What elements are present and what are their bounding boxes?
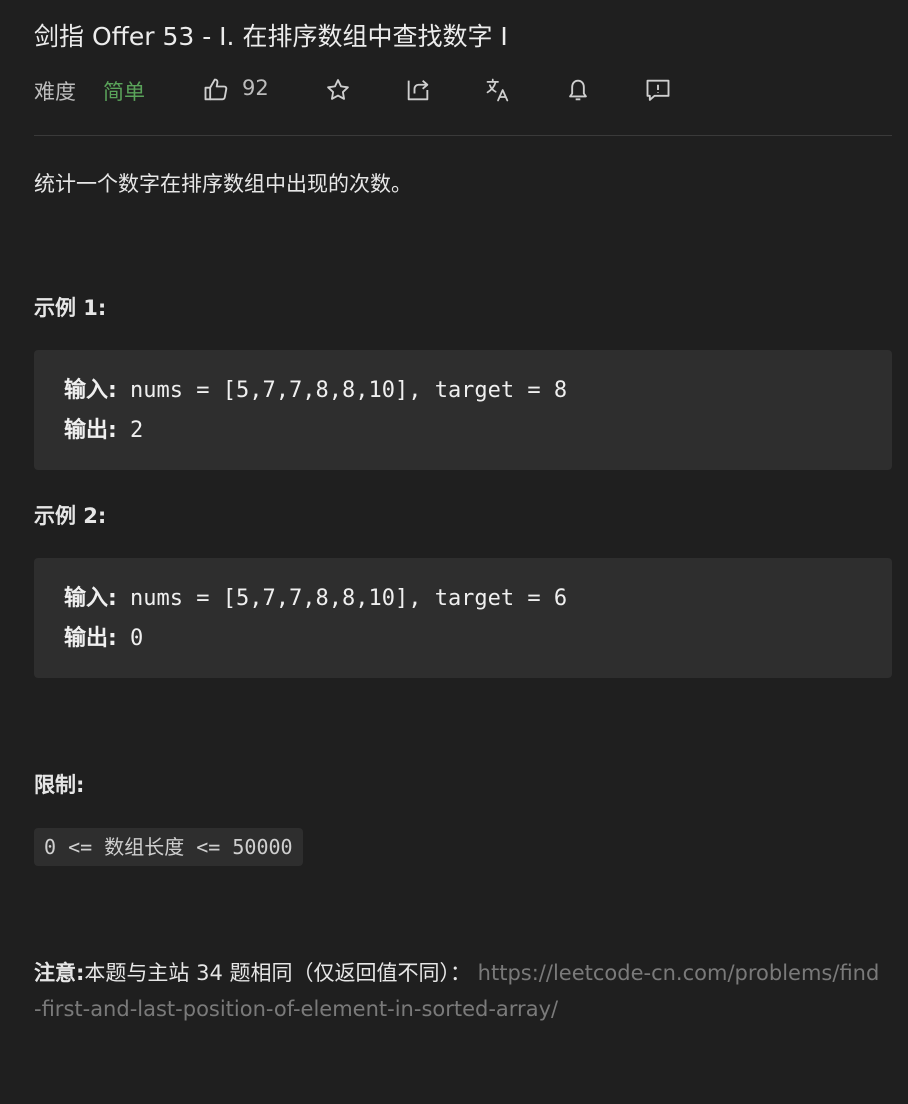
output-value: 0 [116,626,144,651]
example-2-input-line: 输入: nums = [5,7,7,8,8,10], target = 6 [64,580,567,612]
example-1-input-line: 输入: nums = [5,7,7,8,8,10], target = 8 [64,372,567,404]
bell-icon[interactable] [564,76,592,104]
star-icon[interactable] [324,76,352,104]
input-value: nums = [5,7,7,8,8,10], target = 8 [116,378,568,403]
input-label: 输入: [64,586,117,611]
example-1-codeblock: 输入: nums = [5,7,7,8,8,10], target = 8 输出… [34,350,892,470]
problem-meta-bar: 难度 简单 92 [34,72,892,108]
output-label: 输出: [64,626,117,651]
note-text: 本题与主站 34 题相同（仅返回值不同）： [84,961,471,985]
share-icon[interactable] [404,76,432,104]
input-value: nums = [5,7,7,8,8,10], target = 6 [116,586,568,611]
problem-title: 剑指 Offer 53 - I. 在排序数组中查找数字 I [34,22,508,51]
example-1-title: 示例 1: [34,296,107,320]
translate-icon[interactable] [484,76,512,104]
output-label: 输出: [64,418,117,443]
input-label: 输入: [64,378,117,403]
example-2-codeblock: 输入: nums = [5,7,7,8,8,10], target = 6 输出… [34,558,892,678]
difficulty-badge: 简单 [103,80,145,104]
example-2-title: 示例 2: [34,504,107,528]
header-divider [34,135,892,136]
note-label: 注意: [34,961,85,985]
example-1-output-line: 输出: 2 [64,412,143,444]
constraints-title: 限制: [34,773,85,797]
problem-note: 注意:本题与主站 34 题相同（仅返回值不同）： https://leetcod… [34,955,884,1027]
thumbs-up-icon[interactable] [202,76,230,104]
constraints-code: 0 <= 数组长度 <= 50000 [34,828,303,866]
feedback-icon[interactable] [644,76,672,104]
example-2-output-line: 输出: 0 [64,620,143,652]
output-value: 2 [116,418,144,443]
like-count: 92 [242,76,269,100]
difficulty-label: 难度 [34,80,76,104]
problem-description: 统计一个数字在排序数组中出现的次数。 [34,172,412,196]
